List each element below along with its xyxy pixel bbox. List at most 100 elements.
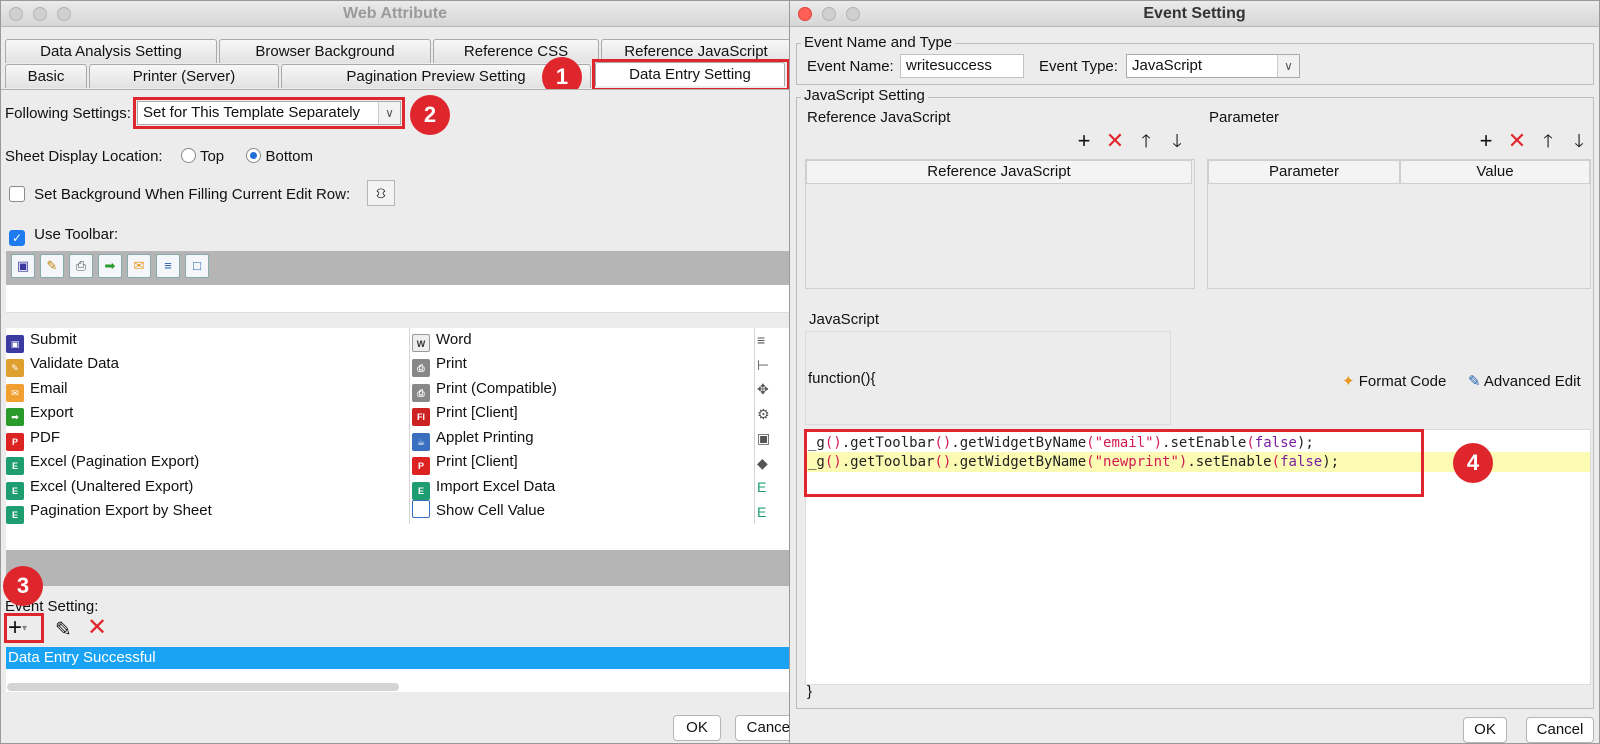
widget-list: ▣ Submit ✎ Validate Data ✉ Email ➡ Export PP… (6, 328, 789, 524)
highlight-data-entry-tab (592, 59, 789, 91)
close-window-icon[interactable] (9, 7, 23, 21)
validate-icon: ✎ (6, 359, 24, 377)
list-item[interactable]: E Excel (Pagination Export) (6, 450, 199, 475)
arrow-down-icon[interactable]: 🡓 (1165, 129, 1189, 153)
highlight-code (804, 429, 1424, 497)
value-header: Value (1400, 160, 1590, 184)
save-icon: ▣ (6, 335, 24, 353)
parameter-title: Parameter (1209, 109, 1280, 126)
highlight-add-event (4, 613, 44, 643)
print-icon[interactable]: ⎙ (69, 254, 93, 278)
radio-bottom[interactable] (246, 148, 262, 163)
delete-x-icon[interactable]: ✕ (87, 613, 107, 642)
event-list-item[interactable]: Data Entry Successful (6, 647, 789, 669)
set-background-row: Set Background When Filling Current Edit… (9, 186, 350, 203)
list-blank-row (6, 524, 789, 550)
edit-pencil-icon[interactable]: ✎ (55, 617, 72, 642)
event-name-label: Event Name: (807, 58, 894, 75)
arrow-down-icon[interactable]: 🡓 (1567, 129, 1591, 153)
excel-icon: E (6, 482, 24, 500)
tab-reference-css[interactable]: Reference CSS (433, 39, 599, 63)
tab-data-analysis-setting[interactable]: Data Analysis Setting (5, 39, 217, 63)
add-plus-icon[interactable]: + (1072, 129, 1096, 153)
list-item[interactable]: Show Cell Value (412, 499, 545, 523)
list-item[interactable]: ☕ Applet Printing (412, 426, 534, 451)
partial-icon-column: ≡ ⊢ ✥ ⚙ ▣ ◆ E E (757, 332, 771, 520)
list-item[interactable]: ⎙ Print (412, 352, 467, 377)
cancel-button[interactable]: Cancel (735, 715, 789, 741)
parameter-table: Parameter Value (1207, 159, 1591, 289)
list-item[interactable]: ▣ Submit (6, 328, 77, 353)
list-item[interactable]: E Excel (Unaltered Export) (6, 475, 193, 500)
tree-icon[interactable]: ≡ (156, 254, 180, 278)
zoom-window-icon[interactable] (57, 7, 71, 21)
window-title: Web Attribute (343, 5, 447, 22)
paint-bucket-icon[interactable]: ⛻ (367, 180, 395, 206)
window-icon[interactable]: □ (185, 254, 209, 278)
list-item[interactable]: ➡ Export (6, 401, 73, 426)
email-icon[interactable]: ✉ (127, 254, 151, 278)
radio-top[interactable] (180, 148, 196, 163)
use-toolbar-row: ✓ Use Toolbar: (9, 226, 118, 246)
list-item[interactable]: Fl Print [Client] (412, 401, 518, 426)
format-code-button[interactable]: ✦ Format Code (1342, 372, 1446, 390)
step-badge-3: 3 (3, 566, 43, 606)
tab-basic[interactable]: Basic (5, 64, 87, 88)
chevron-down-icon: ∨ (1277, 55, 1299, 77)
function-close: } (807, 683, 813, 700)
parameter-header: Parameter (1208, 160, 1400, 184)
tab-browser-background[interactable]: Browser Background (219, 39, 431, 63)
data-entry-panel: Following Settings: Set for This Templat… (1, 89, 789, 709)
event-type-label: Event Type: (1039, 58, 1118, 75)
flash-print-icon: Fl (412, 408, 430, 426)
cancel-button[interactable]: Cancel (1526, 717, 1594, 743)
toolbar-preview: ▣ ✎ ⎙ ➡ ✉ ≡ □ (6, 251, 789, 285)
delete-x-icon[interactable]: ✕ (1505, 129, 1529, 153)
sheet-display-row: Sheet Display Location: Top Bottom (5, 148, 313, 165)
list-item[interactable]: ✎ Validate Data (6, 352, 119, 377)
tab-printer-server[interactable]: Printer (Server) (89, 64, 279, 88)
applet-print-icon: ☕ (412, 433, 430, 451)
zoom-window-icon[interactable] (846, 7, 860, 21)
gray-spacer-bar (6, 550, 789, 586)
list-item[interactable]: ✉ Email (6, 377, 68, 402)
advanced-edit-button[interactable]: ✎ Advanced Edit (1468, 372, 1581, 390)
javascript-title: JavaScript (809, 311, 880, 328)
event-name-input[interactable]: writesuccess (900, 54, 1024, 78)
horizontal-scrollbar[interactable] (7, 683, 399, 691)
reference-js-header: Reference JavaScript (806, 160, 1192, 184)
sheet-display-label: Sheet Display Location: (5, 148, 163, 165)
use-toolbar-checkbox[interactable]: ✓ (9, 230, 25, 246)
ok-button[interactable]: OK (1463, 717, 1507, 743)
print-icon: ⎙ (412, 384, 430, 402)
arrow-up-icon[interactable]: 🡑 (1536, 129, 1560, 153)
list-item[interactable]: P PDF (6, 426, 60, 451)
list-item[interactable]: P Print [Client] (412, 450, 518, 475)
window-title: Event Setting (1143, 5, 1246, 22)
function-header-area: function(){ (805, 331, 1171, 425)
radio-top-label: Top (199, 148, 225, 165)
list-item[interactable]: E Import Excel Data (412, 475, 555, 500)
add-plus-icon[interactable]: + (1474, 129, 1498, 153)
broom-icon: ✦ (1342, 373, 1355, 390)
reference-js-title: Reference JavaScript (807, 109, 951, 126)
list-item[interactable]: ⎙ Print (Compatible) (412, 377, 557, 402)
ok-button[interactable]: OK (673, 715, 721, 741)
close-window-icon[interactable] (798, 7, 812, 21)
validate-icon[interactable]: ✎ (40, 254, 64, 278)
save-icon[interactable]: ▣ (11, 254, 35, 278)
event-type-select[interactable]: JavaScript ∨ (1126, 54, 1300, 78)
minimize-window-icon[interactable] (33, 7, 47, 21)
arrow-up-icon[interactable]: 🡑 (1134, 129, 1158, 153)
list-item[interactable]: W Word (412, 328, 472, 352)
grid-divider (409, 328, 410, 524)
word-icon: W (412, 334, 430, 352)
delete-x-icon[interactable]: ✕ (1103, 129, 1127, 153)
set-background-checkbox[interactable] (9, 186, 25, 202)
list-item[interactable]: E Pagination Export by Sheet (6, 499, 212, 524)
pdf-icon: P (6, 433, 24, 451)
minimize-window-icon[interactable] (822, 7, 836, 21)
toolbar-blank-row (6, 285, 789, 313)
print-icon: ⎙ (412, 359, 430, 377)
export-icon[interactable]: ➡ (98, 254, 122, 278)
